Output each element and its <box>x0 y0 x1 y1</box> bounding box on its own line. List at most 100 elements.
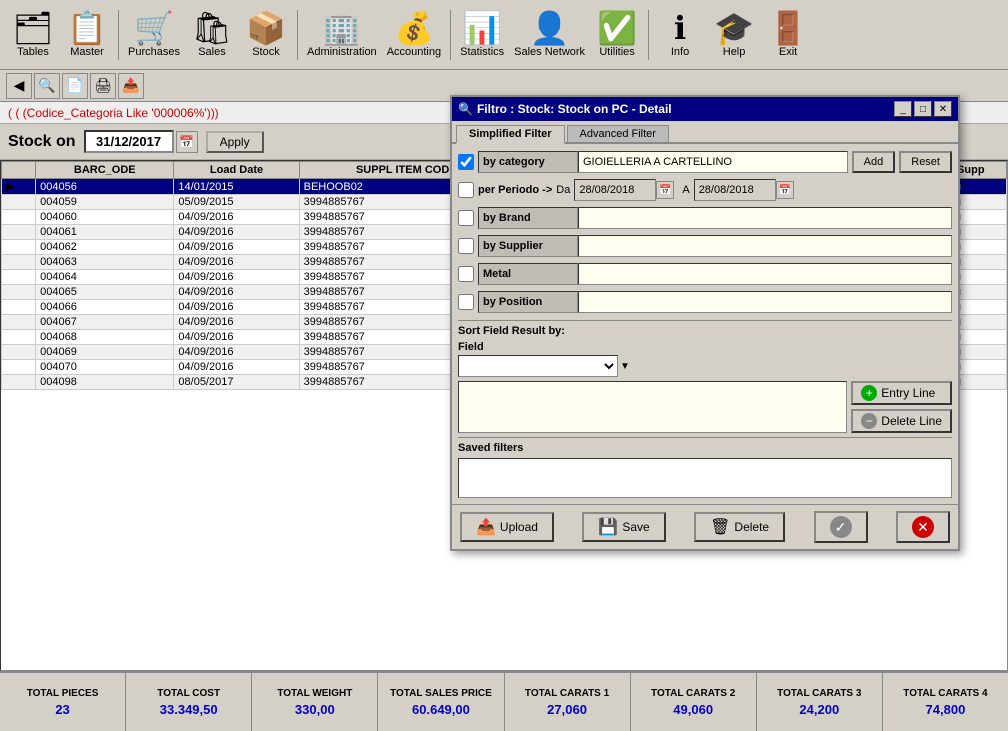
by-category-row: by category GIOIELLERIA A CARTELLINO Add… <box>458 150 952 174</box>
toolbar-item-help[interactable]: 🎓 Help <box>708 10 760 60</box>
da-calendar-icon[interactable]: 📅 <box>656 181 674 199</box>
toolbar-separator <box>297 10 298 60</box>
toolbar-icon-stock: 📦 <box>246 12 286 44</box>
toolbar-icon-utilities: ✅ <box>597 12 637 44</box>
total-item-total-carats-1: TOTAL CARATS 1 27,060 <box>505 673 631 731</box>
entry-line-button[interactable]: + Entry Line <box>851 381 952 405</box>
total-label: TOTAL CARATS 1 <box>525 688 609 700</box>
col-header-barc_ode: BARC_ODE <box>36 162 174 179</box>
delete-button[interactable]: 🗑 Delete <box>694 512 785 542</box>
cell-barc: 004061 <box>36 225 174 240</box>
dialog-controls: _ □ ✕ <box>894 101 952 117</box>
cell-barc: 004065 <box>36 285 174 300</box>
total-value: 49,060 <box>673 702 713 717</box>
metal-input[interactable] <box>578 263 952 285</box>
cell-barc: 004062 <box>36 240 174 255</box>
cell-date: 04/09/2016 <box>174 315 299 330</box>
by-supplier-checkbox[interactable] <box>458 238 474 254</box>
by-supplier-input[interactable] <box>578 235 952 257</box>
toolbar-item-stock[interactable]: 📦 Stock <box>240 10 292 60</box>
toolbar-icon-info: ℹ <box>674 12 686 44</box>
toolbar-item-sales[interactable]: 🛍 Sales <box>186 10 238 60</box>
total-label: TOTAL CARATS 2 <box>651 688 735 700</box>
toolbar-label-sales: Sales <box>198 46 226 58</box>
toolbar-item-accounting[interactable]: 💰 Accounting <box>383 10 445 60</box>
toolbar-item-info[interactable]: ℹ Info <box>654 10 706 60</box>
total-value: 23 <box>55 702 69 717</box>
toolbar-item-tables[interactable]: 🗂 Tables <box>7 10 59 60</box>
cancel-button[interactable]: ✕ <box>896 511 950 543</box>
by-position-checkbox[interactable] <box>458 294 474 310</box>
field-select[interactable] <box>458 355 618 377</box>
toolbar-item-exit[interactable]: 🚪 Exit <box>762 10 814 60</box>
cell-date: 04/09/2016 <box>174 285 299 300</box>
total-item-total-carats-2: TOTAL CARATS 2 49,060 <box>631 673 757 731</box>
ok-button[interactable]: ✓ <box>814 511 868 543</box>
dialog-body: by category GIOIELLERIA A CARTELLINO Add… <box>452 144 958 504</box>
by-position-row: by Position <box>458 290 952 314</box>
close-button[interactable]: ✕ <box>934 101 952 117</box>
toolbar-item-statistics[interactable]: 📊 Statistics <box>456 10 508 60</box>
by-brand-checkbox[interactable] <box>458 210 474 226</box>
toolbar-label-master: Master <box>70 46 104 58</box>
toolbar-label-stock: Stock <box>252 46 280 58</box>
per-periodo-checkbox[interactable] <box>458 182 474 198</box>
save-button[interactable]: 💾 Save <box>582 512 665 542</box>
total-value: 27,060 <box>547 702 587 717</box>
total-item-total-weight: TOTAL WEIGHT 330,00 <box>252 673 378 731</box>
copy-button[interactable]: 📄 <box>62 73 88 99</box>
by-position-input[interactable] <box>578 291 952 313</box>
cell-barc: 004070 <box>36 360 174 375</box>
cell-date: 04/09/2016 <box>174 360 299 375</box>
cell-barc: 004056 <box>36 179 174 195</box>
toolbar-item-master[interactable]: 📋 Master <box>61 10 113 60</box>
toolbar-item-administration[interactable]: 🏢 Administration <box>303 10 381 60</box>
da-date: 28/08/2018 <box>574 179 656 201</box>
sort-title: Sort Field Result by: <box>458 325 952 337</box>
save-icon: 💾 <box>598 517 618 537</box>
cell-date: 04/09/2016 <box>174 240 299 255</box>
by-category-value: GIOIELLERIA A CARTELLINO <box>578 151 848 173</box>
a-calendar-icon[interactable]: 📅 <box>776 181 794 199</box>
toolbar-icon-help: 🎓 <box>714 12 754 44</box>
tab-advanced-filter[interactable]: Advanced Filter <box>567 125 669 142</box>
metal-checkbox[interactable] <box>458 266 474 282</box>
dialog-footer: 📤 Upload 💾 Save 🗑 Delete ✓ ✕ <box>452 504 958 549</box>
total-item-total-sales-price: TOTAL SALES PRICE 60.649,00 <box>378 673 504 731</box>
cell-barc: 004098 <box>36 375 174 390</box>
add-button[interactable]: Add <box>852 151 896 173</box>
back-button[interactable]: ◀ <box>6 73 32 99</box>
apply-button[interactable]: Apply <box>206 131 264 153</box>
field-label: Field <box>458 341 952 353</box>
toolbar-item-purchases[interactable]: 🛒 Purchases <box>124 10 184 60</box>
cell-barc: 004063 <box>36 255 174 270</box>
calendar-icon[interactable]: 📅 <box>176 131 198 153</box>
stock-date-input[interactable] <box>84 130 174 153</box>
totals-bar: TOTAL PIECES 23 TOTAL COST 33.349,50 TOT… <box>0 671 1008 731</box>
total-label: TOTAL CARATS 4 <box>903 688 987 700</box>
toolbar-label-sales network: Sales Network <box>514 46 585 58</box>
reset-button[interactable]: Reset <box>899 151 952 173</box>
toolbar-icon-tables: 🗂 <box>13 12 54 44</box>
print-button[interactable]: 🖨 <box>90 73 116 99</box>
delete-line-button[interactable]: − Delete Line <box>851 409 952 433</box>
sort-textarea[interactable] <box>458 381 847 433</box>
upload-button[interactable]: 📤 Upload <box>460 512 554 542</box>
toolbar-item-sales-network[interactable]: 👤 Sales Network <box>510 10 589 60</box>
toolbar-label-exit: Exit <box>779 46 797 58</box>
filter-dialog: 🔍 Filtro : Stock: Stock on PC - Detail _… <box>450 95 960 551</box>
by-brand-input[interactable] <box>578 207 952 229</box>
a-label: A <box>682 184 689 196</box>
toolbar-item-utilities[interactable]: ✅ Utilities <box>591 10 643 60</box>
total-item-total-pieces: TOTAL PIECES 23 <box>0 673 126 731</box>
entry-icon: + <box>861 385 877 401</box>
search-button[interactable]: 🔍 <box>34 73 60 99</box>
tab-simplified-filter[interactable]: Simplified Filter <box>456 125 565 144</box>
export-button[interactable]: 📤 <box>118 73 144 99</box>
minimize-button[interactable]: _ <box>894 101 912 117</box>
by-category-checkbox[interactable] <box>458 154 474 170</box>
cell-date: 04/09/2016 <box>174 255 299 270</box>
maximize-button[interactable]: □ <box>914 101 932 117</box>
row-arrow: ▶ <box>2 179 36 195</box>
cell-barc: 004060 <box>36 210 174 225</box>
